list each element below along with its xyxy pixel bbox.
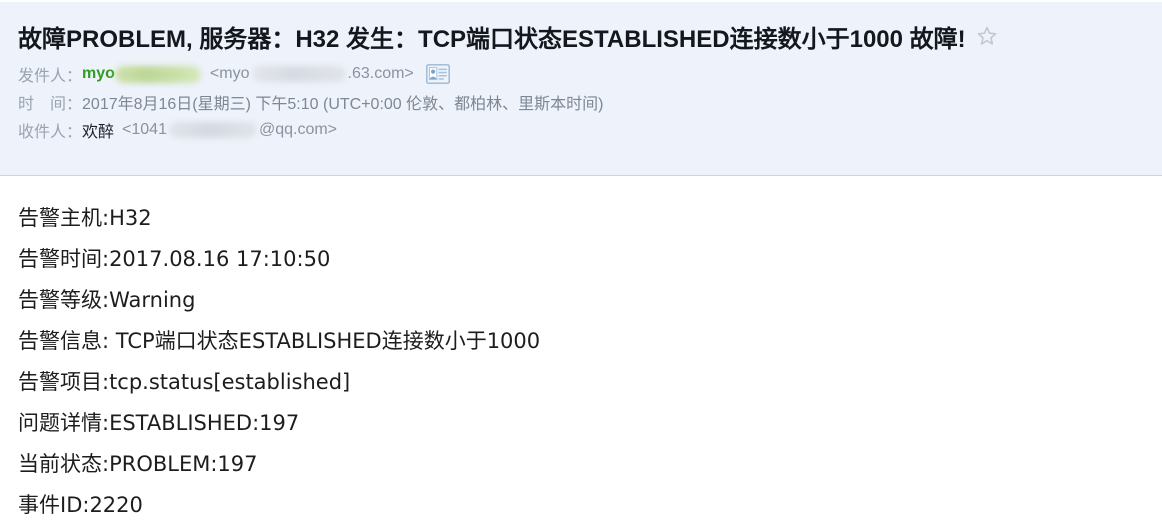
recipient-address-suffix: @qq.com> [258,121,338,138]
mail-header: 故障PROBLEM, 服务器：H32 发生：TCP端口状态ESTABLISHED… [0,0,1162,176]
recipient-address-redaction [168,122,257,138]
alert-line-message: 告警信息: TCP端口状态ESTABLISHED连接数小于1000 [18,329,541,353]
alert-line-severity: 告警等级:Warning [18,288,196,312]
sender-name-redaction [114,65,201,83]
page-title: 故障PROBLEM, 服务器：H32 发生：TCP端口状态ESTABLISHED… [18,25,966,53]
recipient-address-prefix: <1041 [122,121,167,138]
alert-line-time: 告警时间:2017.08.16 17:10:50 [18,247,331,271]
sender-display-name[interactable]: myo [82,65,115,83]
date-label: 时 间： [18,96,83,113]
date-value: 2017年8月16日(星期三) 下午5:10 (UTC+0:00 伦敦、都柏林、… [82,96,604,113]
sender-address-redaction [251,66,346,82]
star-outline-icon[interactable] [976,25,998,47]
mail-body: 告警主机:H32 告警时间:2017.08.16 17:10:50 告警等级:W… [0,176,1162,526]
contact-card-icon[interactable] [425,64,450,84]
recipient-display-name[interactable]: 欢醉 [82,118,114,142]
alert-line-host: 告警主机:H32 [18,206,152,230]
sender-label: 发件人： [18,68,83,85]
recipient-row: 收件人： 欢醉 <1041 @qq.com> [18,116,1144,144]
alert-line-status: 当前状态:PROBLEM:197 [18,452,258,476]
date-row: 时 间： 2017年8月16日(星期三) 下午5:10 (UTC+0:00 伦敦… [18,88,1144,116]
alert-line-detail: 问题详情:ESTABLISHED:197 [18,411,300,435]
alert-line-event-id: 事件ID:2220 [18,493,143,517]
recipient-label: 收件人： [18,124,83,141]
sender-row: 发件人： myo <myo .63.com> [18,60,1144,88]
sender-address-suffix: .63.com> [347,65,414,82]
alert-line-item: 告警项目:tcp.status[established] [18,370,351,394]
subject-row: 故障PROBLEM, 服务器：H32 发生：TCP端口状态ESTABLISHED… [18,18,1144,54]
sender-address-prefix: <myo [209,65,250,82]
